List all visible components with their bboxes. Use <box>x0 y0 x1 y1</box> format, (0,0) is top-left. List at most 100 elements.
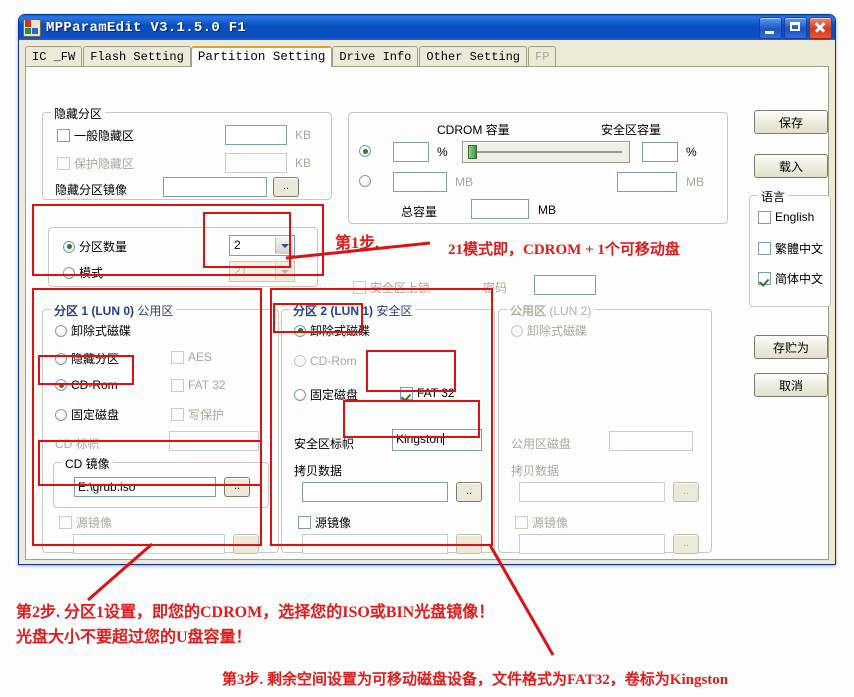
partition1-removable-radio[interactable]: 卸除式磁碟 <box>55 322 131 339</box>
partition1-cd-label-caption: CD 标帜 <box>55 437 100 451</box>
annotation-note-mode21: 21模式即，CDROM + 1个可移动盘 <box>448 242 680 258</box>
cdrom-mb-input[interactable] <box>393 172 447 192</box>
capacity-group: CDROM 容量 安全区容量 % % MB MB 总容量 MB <box>348 112 728 224</box>
annotation-step1: 第1步. <box>335 235 380 252</box>
save-button[interactable]: 保存 <box>754 110 828 134</box>
normal-hidden-size-input[interactable] <box>225 125 287 145</box>
language-english-checkbox[interactable]: English <box>758 210 814 224</box>
cdrom-percent-input[interactable] <box>393 142 429 162</box>
checkbox-box <box>515 516 528 529</box>
checkbox-box <box>353 281 366 294</box>
partition2-copy-data-label: 拷贝数据 <box>294 464 343 478</box>
tab-other-setting[interactable]: Other Setting <box>419 46 528 67</box>
checkbox-box <box>59 516 72 529</box>
partition2-fat32-checkbox[interactable]: FAT 32 <box>400 386 455 400</box>
maximize-icon[interactable] <box>784 17 807 39</box>
partition-setting-panel: 隐藏分区 一般隐藏区 KB 保护隐藏区 KB 隐藏分区镜像 .. CDROM 容… <box>25 66 829 560</box>
partition1-cd-image-input[interactable]: E:\grub.iso <box>74 477 216 497</box>
partition2-fat32-label: FAT 32 <box>417 386 455 400</box>
secure-percent-input[interactable] <box>642 142 678 162</box>
partition1-fixed-label: 固定磁盘 <box>71 408 120 422</box>
cdrom-capacity-title: CDROM 容量 <box>437 123 510 137</box>
partition1-cd-image-group: CD 镜像 E:\grub.iso .. <box>53 455 269 508</box>
partition3-removable-label: 卸除式磁碟 <box>527 324 588 338</box>
total-capacity-unit: MB <box>538 203 556 217</box>
partition3-legend: 公用区 (LUN 2) <box>507 302 595 319</box>
language-simplified-chinese-checkbox[interactable]: 简体中文 <box>758 270 823 287</box>
password-label: 密码 <box>483 281 508 295</box>
window-controls <box>759 17 832 39</box>
hidden-image-input[interactable] <box>163 177 267 197</box>
capacity-slider[interactable] <box>462 141 630 163</box>
partition2-fixed-label: 固定磁盘 <box>310 388 359 402</box>
partition2-src-image-checkbox[interactable]: 源镜像 <box>298 514 351 531</box>
total-capacity-input[interactable] <box>471 199 529 219</box>
capacity-mb-radio[interactable] <box>359 175 371 187</box>
partition2-copy-data-browse-button[interactable]: .. <box>456 482 482 502</box>
partition1-cd-image-browse-button[interactable]: .. <box>224 477 250 497</box>
hidden-image-browse-button[interactable]: .. <box>273 177 299 197</box>
tab-ic-fw[interactable]: IC _FW <box>25 46 83 67</box>
minimize-icon[interactable] <box>759 17 782 39</box>
secure-lock-label: 安全区上锁 <box>370 281 431 295</box>
hidden-partition-group: 隐藏分区 一般隐藏区 KB 保护隐藏区 KB 隐藏分区镜像 .. <box>42 105 332 200</box>
cdrom-percent-unit: % <box>437 145 448 159</box>
partition3-group: 公用区 (LUN 2) 卸除式磁碟 公用区磁盘 拷贝数据 .. 源镜像 .. <box>498 302 712 554</box>
partition-mode-select: 21 <box>229 261 295 282</box>
cancel-button[interactable]: 取消 <box>754 373 828 397</box>
partition2-copy-data-input[interactable] <box>302 482 448 502</box>
partition2-src-image-browse-button: .. <box>456 534 482 554</box>
tab-drive-info[interactable]: Drive Info <box>332 46 419 67</box>
partition2-secure-label-input[interactable]: Kingston <box>392 429 482 451</box>
load-button[interactable]: 载入 <box>754 154 828 178</box>
radio-dot <box>55 408 67 421</box>
partition2-removable-radio[interactable]: 卸除式磁碟 <box>294 322 370 339</box>
checkbox-box <box>171 378 184 392</box>
chevron-down-icon[interactable] <box>275 237 293 254</box>
password-input[interactable] <box>534 275 596 295</box>
radio-dot <box>55 324 67 337</box>
partition-mode-radio[interactable]: 模式 <box>63 264 103 281</box>
radio-dot <box>294 324 306 337</box>
app-blocks-icon <box>23 18 41 37</box>
partition2-removable-label: 卸除式磁碟 <box>310 324 371 338</box>
partition1-hidden-radio[interactable]: 隐藏分区 <box>55 350 119 367</box>
close-icon[interactable] <box>809 17 832 39</box>
radio-dot <box>55 379 67 391</box>
protect-hidden-checkbox: 保护隐藏区 <box>57 155 134 172</box>
secure-percent-unit: % <box>686 145 697 159</box>
partition1-legend: 分区 1 (LUN 0) 公用区 <box>51 302 177 319</box>
partition-mode-value: 21 <box>234 264 248 278</box>
partition1-fixed-radio[interactable]: 固定磁盘 <box>55 406 119 423</box>
radio-dot <box>294 355 306 367</box>
normal-hidden-label: 一般隐藏区 <box>74 129 135 143</box>
radio-dot <box>359 145 371 157</box>
tab-partition-setting[interactable]: Partition Setting <box>190 46 333 67</box>
checkbox-box <box>400 386 413 400</box>
partition3-src-image-checkbox: 源镜像 <box>515 514 568 531</box>
normal-hidden-checkbox[interactable]: 一般隐藏区 <box>57 127 134 144</box>
partition-count-radio[interactable]: 分区数量 <box>63 238 127 255</box>
partition2-cdrom-label: CD-Rom <box>310 354 357 368</box>
capacity-percent-radio[interactable] <box>359 145 371 157</box>
partition-count-select[interactable]: 2 <box>229 235 295 256</box>
radio-dot <box>294 388 306 401</box>
tab-flash-setting[interactable]: Flash Setting <box>83 46 191 67</box>
partition1-src-image-checkbox: 源镜像 <box>59 514 112 531</box>
slider-thumb[interactable] <box>468 145 477 159</box>
hidden-partition-legend: 隐藏分区 <box>51 105 106 122</box>
partition1-cd-label-input <box>169 431 259 451</box>
secure-mb-input[interactable] <box>617 172 677 192</box>
partition2-fixed-radio[interactable]: 固定磁盘 <box>294 386 358 403</box>
language-traditional-chinese-checkbox[interactable]: 繁體中文 <box>758 240 823 257</box>
partition1-fat32-label: FAT 32 <box>188 378 226 392</box>
partition3-public-disk-label: 公用区磁盘 <box>511 437 572 451</box>
partition3-src-image-browse-button: .. <box>673 534 699 554</box>
partition1-writeprotect-label: 写保护 <box>188 408 225 422</box>
annotation-step2-line1: 第2步. 分区1设置，即您的CDROM，选择您的ISO或BIN光盘镜像！ <box>16 604 495 621</box>
partition2-group: 分区 2 (LUN 1) 安全区 卸除式磁碟 CD-Rom 固定磁盘 FAT 3… <box>281 302 495 554</box>
partition1-cdrom-radio[interactable]: CD-Rom <box>55 378 118 392</box>
window-title: MPParamEdit V3.1.5.0 F1 <box>46 19 247 36</box>
radio-dot <box>55 352 67 365</box>
save-as-button[interactable]: 存贮为 <box>754 335 828 359</box>
